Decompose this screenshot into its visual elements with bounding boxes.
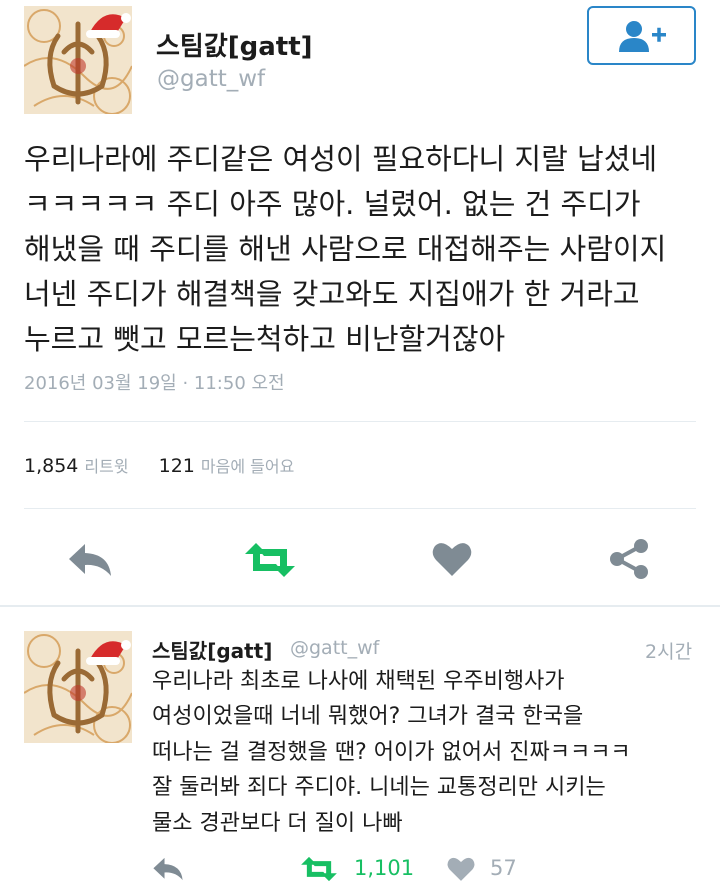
reply-reply-button[interactable] — [150, 853, 186, 885]
avatar-image — [24, 6, 132, 114]
like-button[interactable] — [428, 536, 476, 582]
avatar[interactable] — [24, 631, 132, 743]
reply-display-name[interactable]: 스팀갌[gatt] — [152, 635, 272, 664]
add-user-icon — [618, 20, 666, 52]
tweet-text-line: ㅋㅋㅋㅋㅋ 주디 아주 많아. 널렸어. 없는 건 주디가 — [24, 187, 641, 221]
reply-user-handle[interactable]: @gatt_wf — [290, 637, 379, 659]
retweets-label: 리트윗 — [84, 457, 129, 476]
heart-icon — [447, 857, 475, 881]
reply-time: 2시간 — [645, 641, 693, 663]
section-divider — [0, 605, 720, 607]
reply-text-line: 여성이었을때 너네 뭐했어? 그녀가 결국 한국을 — [152, 704, 584, 730]
reply-text-line: 떠나는 걸 결정했을 땐? 어이가 없어서 진짜ㅋㅋㅋㅋ — [152, 739, 631, 765]
retweet-button[interactable] — [240, 538, 300, 582]
share-button[interactable] — [606, 536, 652, 582]
reply-icon — [153, 857, 183, 881]
reply-text-line: 잘 둘러봐 죄다 주디야. 니네는 교통정리만 시키는 — [152, 775, 606, 801]
likes-count: 121 — [158, 455, 195, 477]
avatar[interactable] — [24, 6, 132, 114]
reply-retweet-button[interactable] — [296, 852, 342, 886]
retweet-icon — [301, 856, 337, 882]
reply-text-line: 물소 경관보다 더 질이 나빠 — [152, 810, 403, 836]
tweet-text-line: 누르고 뺏고 모르는척하고 비난할거잖아 — [24, 322, 506, 356]
divider — [24, 421, 696, 422]
reply-button[interactable] — [62, 538, 118, 582]
reply-retweet-count: 1,101 — [354, 856, 415, 880]
tweet-text-line: 해냈을 때 주디를 해낸 사람으로 대접해주는 사람이지 — [24, 232, 667, 266]
retweet-icon — [245, 543, 295, 577]
tweet-text-line: 너넨 주디가 해결책을 갖고와도 지집애가 한 거라고 — [24, 277, 640, 311]
heart-icon — [432, 543, 472, 576]
reply-like-count: 57 — [490, 856, 517, 880]
reply-like-button[interactable] — [446, 852, 476, 886]
likes-label: 마음에 들어요 — [200, 457, 295, 476]
tweet-text: 우리나라에 주디같은 여성이 필요하다니 지랄 납셨네 ㅋㅋㅋㅋㅋ 주디 아주 … — [24, 137, 714, 362]
tweet-text-line: 우리나라에 주디같은 여성이 필요하다니 지랄 납셨네 — [24, 142, 658, 176]
reply-text-line: 우리나라 최초로 나사에 채택된 우주비행사가 — [152, 669, 565, 694]
share-icon — [610, 539, 648, 579]
retweets-count: 1,854 — [24, 455, 79, 477]
tweet-stats: 1,854 리트윗 121 마음에 들어요 — [24, 453, 294, 477]
likes-stat[interactable]: 121 마음에 들어요 — [159, 455, 295, 477]
follow-button[interactable] — [587, 6, 696, 65]
user-handle[interactable]: @gatt_wf — [157, 66, 265, 92]
tweet-timestamp: 2016년 03월 19일 · 11:50 오전 — [24, 373, 285, 394]
avatar-image — [24, 631, 132, 743]
reply-icon — [69, 544, 111, 576]
divider — [24, 508, 696, 509]
reply-tweet-text: 우리나라 최초로 나사에 채택된 우주비행사가 여성이었을때 너네 뭐했어? 그… — [152, 664, 712, 841]
retweets-stat[interactable]: 1,854 리트윗 — [24, 455, 135, 477]
display-name[interactable]: 스팀갌[gatt] — [156, 26, 313, 63]
